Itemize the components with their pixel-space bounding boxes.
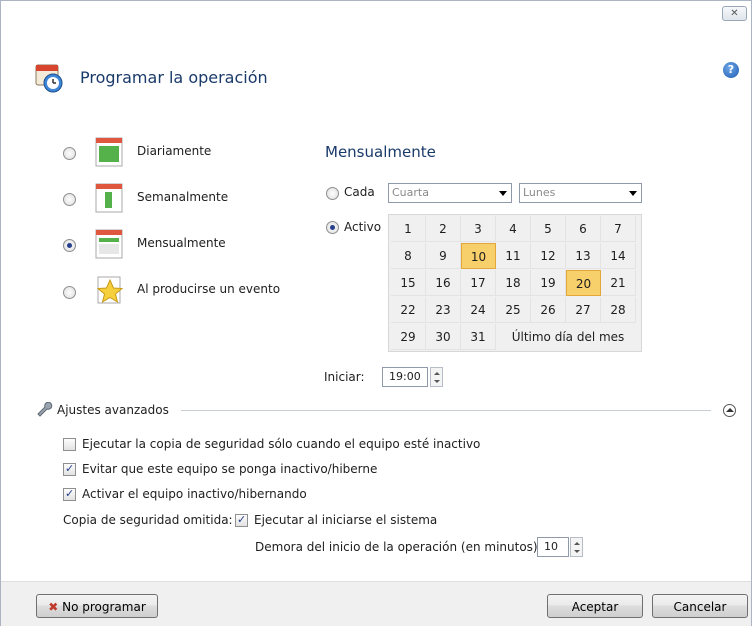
radio-weekly[interactable] [63, 193, 76, 206]
advanced-settings-title[interactable]: Ajustes avanzados [57, 403, 169, 417]
calendar-day[interactable]: 14 [601, 243, 636, 269]
delay-label: Demora del inicio de la operación (en mi… [255, 540, 542, 554]
calendar-day[interactable]: 13 [566, 243, 601, 269]
no-schedule-label: No programar [62, 600, 146, 614]
chevron-down-icon [629, 191, 637, 196]
weekday-select[interactable]: Lunes [519, 183, 642, 203]
title-bar: ✕ [1, 1, 751, 21]
schedule-dialog: ✕ Programar la operación ? Diariamente S… [0, 0, 752, 626]
calendar-day[interactable]: 24 [461, 297, 496, 323]
wrench-icon [37, 402, 53, 417]
start-label: Iniciar: [324, 370, 365, 384]
dialog-footer: ✖ No programar Aceptar Cancelar [1, 581, 751, 626]
active-label: Activo [344, 220, 382, 234]
each-label: Cada [344, 185, 375, 199]
calendar-day[interactable]: 27 [566, 297, 601, 323]
calendar-day[interactable]: 6 [566, 216, 601, 242]
wake-computer-label[interactable]: Activar el equipo inactivo/hibernando [82, 487, 307, 501]
no-schedule-button[interactable]: ✖ No programar [36, 594, 158, 618]
calendar-day[interactable]: 22 [391, 297, 426, 323]
calendar-day[interactable]: 17 [461, 270, 496, 296]
radio-active[interactable] [326, 221, 339, 234]
calendar-day[interactable]: 25 [496, 297, 531, 323]
calendar-day[interactable]: 4 [496, 216, 531, 242]
checkbox-wake-computer[interactable] [63, 487, 76, 501]
calendar-day[interactable]: 16 [426, 270, 461, 296]
cancel-button[interactable]: Cancelar [652, 594, 748, 618]
calendar-day[interactable]: 31 [461, 324, 496, 350]
calendar-day[interactable]: 2 [426, 216, 461, 242]
skipped-backup-label: Copia de seguridad omitida: [63, 513, 233, 527]
calendar-day[interactable]: 30 [426, 324, 461, 350]
accept-button[interactable]: Aceptar [547, 594, 643, 618]
option-weekly-label[interactable]: Semanalmente [137, 190, 228, 204]
ordinal-value: Cuarta [392, 186, 429, 199]
close-button[interactable]: ✕ [722, 6, 747, 21]
calendar-day[interactable]: 8 [391, 243, 426, 269]
calendar-monthly-icon [95, 229, 123, 259]
calendar-day[interactable]: 23 [426, 297, 461, 323]
calendar-day[interactable]: 11 [496, 243, 531, 269]
calendar-daily-icon [95, 137, 123, 167]
run-when-inactive-label[interactable]: Ejecutar la copia de seguridad sólo cuan… [82, 437, 480, 451]
monthly-section-title: Mensualmente [325, 143, 436, 161]
run-at-startup-label[interactable]: Ejecutar al iniciarse el sistema [254, 513, 437, 527]
schedule-clock-icon [35, 64, 63, 93]
delay-spinner[interactable] [570, 537, 583, 557]
delay-input[interactable]: 10 [537, 537, 569, 557]
option-monthly-label[interactable]: Mensualmente [137, 236, 226, 250]
calendar-day[interactable]: 7 [601, 216, 636, 242]
checkbox-prevent-sleep[interactable] [63, 462, 76, 476]
calendar-day[interactable]: 5 [531, 216, 566, 242]
start-time-input[interactable]: 19:00 [382, 367, 428, 387]
event-star-icon [96, 276, 124, 304]
weekday-value: Lunes [523, 186, 556, 199]
radio-daily[interactable] [63, 147, 76, 160]
collapse-icon[interactable] [723, 404, 736, 417]
calendar-day[interactable]: 1 [391, 216, 426, 242]
calendar-day[interactable]: 19 [531, 270, 566, 296]
day-of-month-calendar: Último día del mes 1 2 3 4 5 6 7 8 9 10 11 12 13 14 15… [388, 214, 642, 352]
calendar-day[interactable]: 10 [461, 243, 496, 269]
help-icon[interactable]: ? [723, 62, 739, 78]
chevron-down-icon [499, 191, 507, 196]
calendar-day[interactable]: 3 [461, 216, 496, 242]
calendar-day[interactable]: 26 [531, 297, 566, 323]
calendar-weekly-icon [95, 183, 123, 213]
checkbox-run-when-inactive[interactable] [63, 438, 76, 451]
radio-monthly[interactable] [63, 239, 76, 252]
calendar-day[interactable]: 9 [426, 243, 461, 269]
page-title: Programar la operación [80, 68, 268, 87]
radio-event[interactable] [63, 286, 76, 299]
prevent-sleep-label[interactable]: Evitar que este equipo se ponga inactivo… [82, 462, 377, 476]
calendar-day[interactable]: 29 [391, 324, 426, 350]
divider [181, 410, 711, 411]
radio-each[interactable] [326, 187, 339, 200]
ordinal-select[interactable]: Cuarta [388, 183, 512, 203]
calendar-day[interactable]: 12 [531, 243, 566, 269]
no-schedule-icon: ✖ [48, 600, 59, 614]
calendar-day[interactable]: 20 [566, 270, 601, 296]
checkbox-run-at-startup[interactable] [235, 513, 248, 527]
start-time-spinner[interactable] [430, 367, 443, 387]
calendar-day[interactable]: 28 [601, 297, 636, 323]
last-day-of-month-button[interactable]: Último día del mes [494, 324, 642, 350]
calendar-day[interactable]: 18 [496, 270, 531, 296]
option-daily-label[interactable]: Diariamente [137, 144, 211, 158]
option-event-label[interactable]: Al producirse un evento [137, 282, 280, 296]
calendar-day[interactable]: 21 [601, 270, 636, 296]
calendar-day[interactable]: 15 [391, 270, 426, 296]
